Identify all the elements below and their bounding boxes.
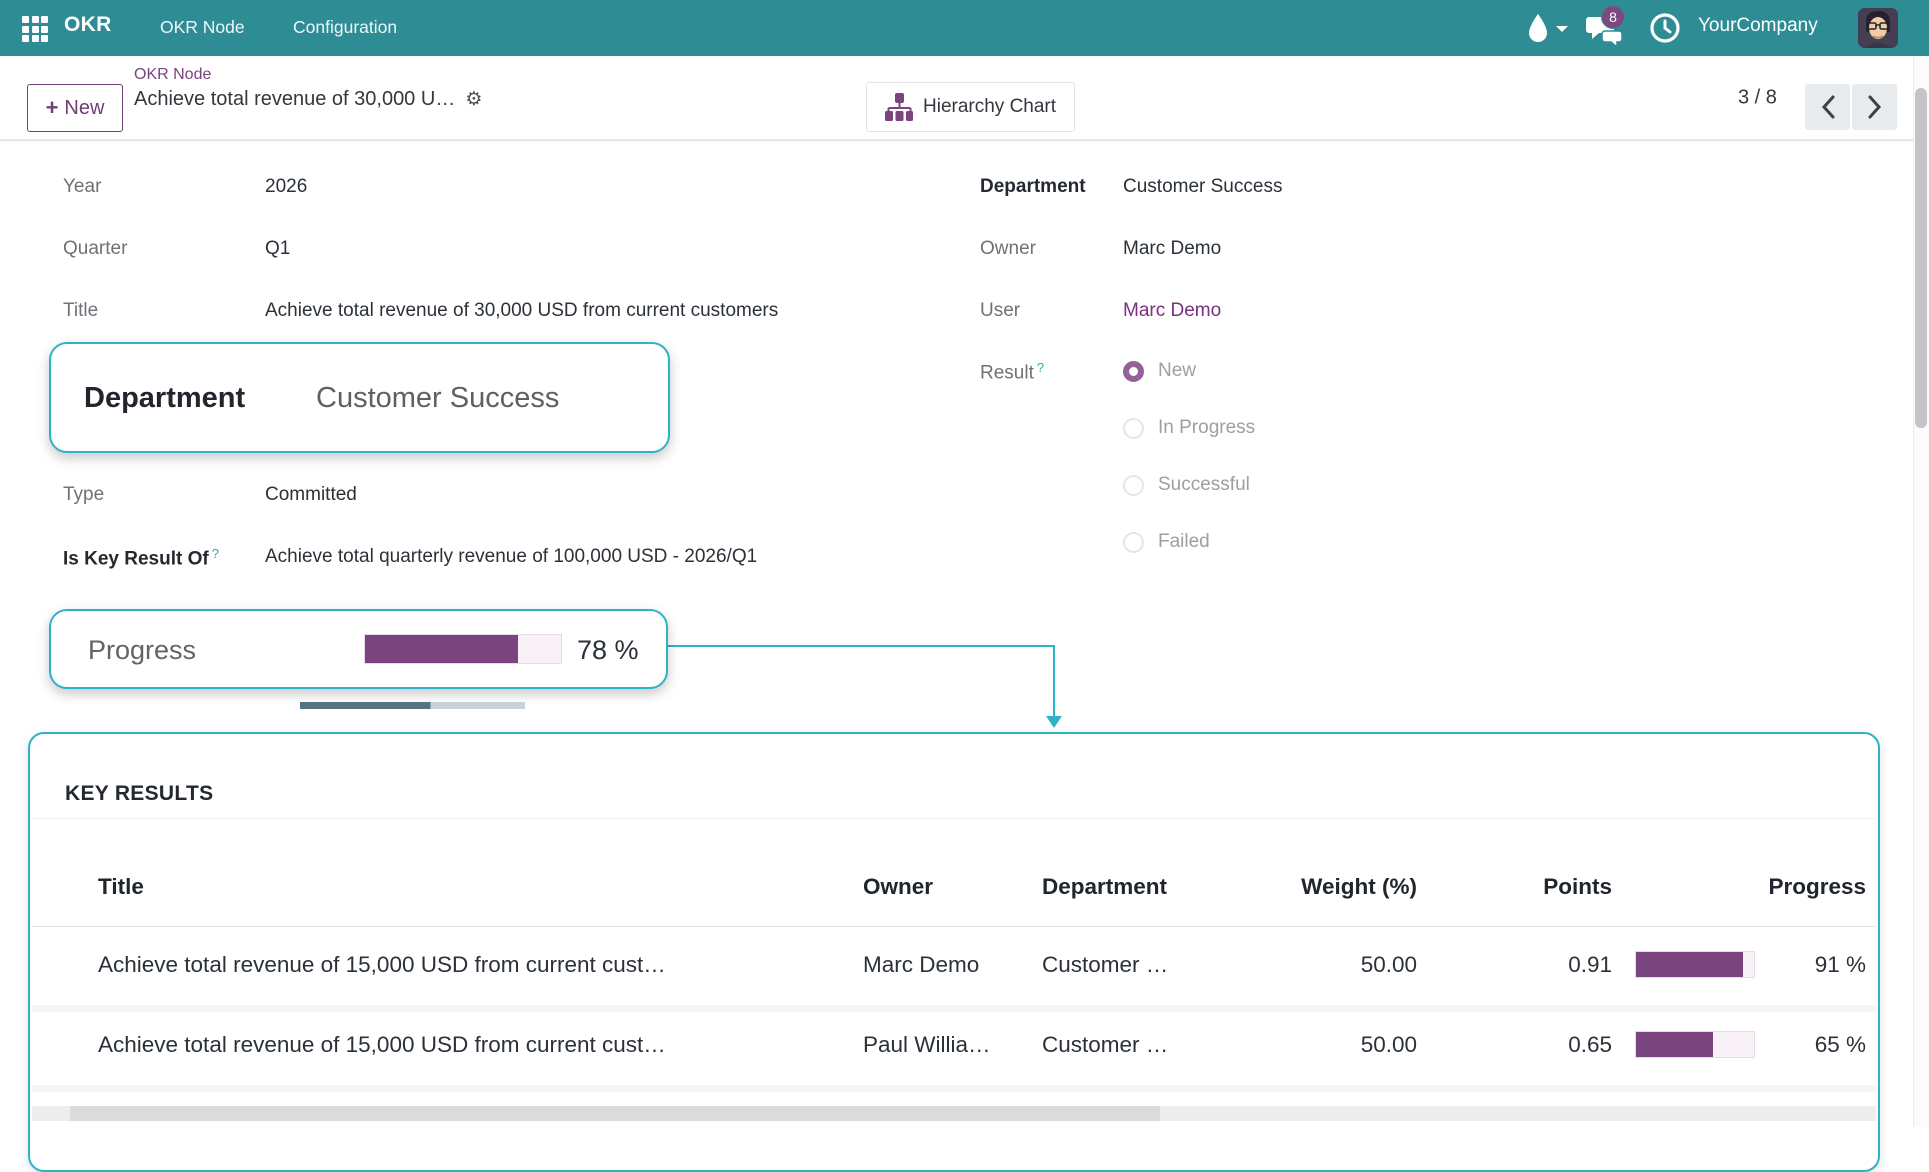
key-results-section: KEY RESULTS Title Owner Department Weigh… [28,732,1880,1172]
page-title: Achieve total revenue of 30,000 U… [134,88,455,111]
user-avatar[interactable] [1858,8,1898,48]
progress-highlight-callout: Progress 78 % [49,609,668,689]
help-icon: ? [1037,360,1044,375]
control-panel: + New OKR Node Achieve total revenue of … [0,56,1929,140]
user-label: User [980,300,1020,322]
result-option-new[interactable]: New [1123,360,1196,382]
quarter-value[interactable]: Q1 [265,238,290,260]
callout-department-label: Department [84,382,245,415]
progress-bar [364,634,562,664]
messages-badge: 8 [1601,5,1625,29]
result-option-successful[interactable]: Successful [1123,474,1250,496]
column-header-owner[interactable]: Owner [863,874,1043,900]
row-owner: Marc Demo [863,952,1043,978]
progress-bar-fill [365,635,518,663]
type-value[interactable]: Committed [265,484,357,506]
column-header-title[interactable]: Title [98,874,798,900]
pager-previous-button[interactable] [1805,84,1850,130]
row-points: 0.91 [1452,952,1612,978]
user-link[interactable]: Marc Demo [1123,300,1221,322]
row-progress-bar [1635,951,1755,978]
column-header-progress[interactable]: Progress [1666,874,1866,900]
title-label: Title [63,300,98,322]
owner-label: Owner [980,238,1036,260]
horizontal-scrollbar[interactable] [32,1106,1876,1121]
hierarchy-icon [885,92,913,122]
row-separator [32,1005,1876,1012]
pager-count: 3 / 8 [1738,87,1777,110]
year-value[interactable]: 2026 [265,176,307,198]
sheet-divider [0,140,1913,141]
row-progress-bar [1635,1031,1755,1058]
droplet-icon[interactable] [1527,13,1549,43]
callout-progress-value: 78 % [577,635,639,666]
result-label: Result? [980,360,1044,384]
department-label: Department [980,176,1086,198]
menu-configuration[interactable]: Configuration [293,17,397,38]
row-progress-value: 65 % [1766,1032,1866,1058]
horizontal-scrollbar-thumb[interactable] [70,1106,1160,1121]
owner-value[interactable]: Marc Demo [1123,238,1221,260]
result-option-failed[interactable]: Failed [1123,531,1210,553]
radio-unselected-icon[interactable] [1123,532,1144,553]
row-owner: Paul Willia… [863,1032,1043,1058]
result-option-in-progress[interactable]: In Progress [1123,417,1255,439]
row-title: Achieve total revenue of 15,000 USD from… [98,1032,798,1058]
arrow-down-icon [1046,716,1062,728]
row-points: 0.65 [1452,1032,1612,1058]
gear-icon[interactable]: ⚙ [465,88,482,111]
divider [32,818,1876,819]
breadcrumb[interactable]: OKR Node [134,66,211,84]
row-department: Customer … [1042,952,1242,978]
column-header-department[interactable]: Department [1042,874,1242,900]
activity-clock-icon[interactable] [1650,13,1680,43]
connector-line-vertical [1053,645,1055,717]
key-result-of-value[interactable]: Achieve total quarterly revenue of 100,0… [265,546,757,568]
radio-selected-icon[interactable] [1123,361,1144,382]
help-icon: ? [212,546,219,561]
row-department: Customer … [1042,1032,1242,1058]
title-value[interactable]: Achieve total revenue of 30,000 USD from… [265,300,778,322]
radio-unselected-icon[interactable] [1123,418,1144,439]
new-button[interactable]: + New [27,84,123,132]
app-name[interactable]: OKR [64,13,112,37]
row-weight: 50.00 [1257,1032,1417,1058]
column-header-weight[interactable]: Weight (%) [1257,874,1417,900]
callout-progress-label: Progress [88,635,196,666]
row-separator [32,1085,1876,1092]
divider [32,926,1876,927]
apps-menu-icon[interactable] [22,16,48,42]
company-switcher[interactable]: YourCompany [1698,15,1818,37]
row-weight: 50.00 [1257,952,1417,978]
chevron-down-icon[interactable] [1556,26,1568,32]
year-label: Year [63,176,101,198]
column-header-points[interactable]: Points [1452,874,1612,900]
key-result-of-label: Is Key Result Of? [63,546,219,570]
key-results-heading: KEY RESULTS [65,782,213,806]
hierarchy-chart-button[interactable]: Hierarchy Chart [866,82,1075,132]
quarter-label: Quarter [63,238,127,260]
row-progress-value: 91 % [1766,952,1866,978]
plus-icon: + [46,95,59,121]
radio-unselected-icon[interactable] [1123,475,1144,496]
row-title: Achieve total revenue of 15,000 USD from… [98,952,798,978]
vertical-scrollbar-thumb[interactable] [1915,88,1927,428]
menu-okr-node[interactable]: OKR Node [160,17,245,38]
callout-department-value: Customer Success [316,382,559,415]
hidden-progress-fragment [300,702,525,709]
connector-line-horizontal [668,645,1055,647]
pager-next-button[interactable] [1852,84,1897,130]
department-highlight-callout: Department Customer Success [49,342,670,453]
type-label: Type [63,484,104,506]
top-navbar: OKR OKR Node Configuration 8 YourCompany [0,0,1929,56]
department-value[interactable]: Customer Success [1123,176,1282,198]
